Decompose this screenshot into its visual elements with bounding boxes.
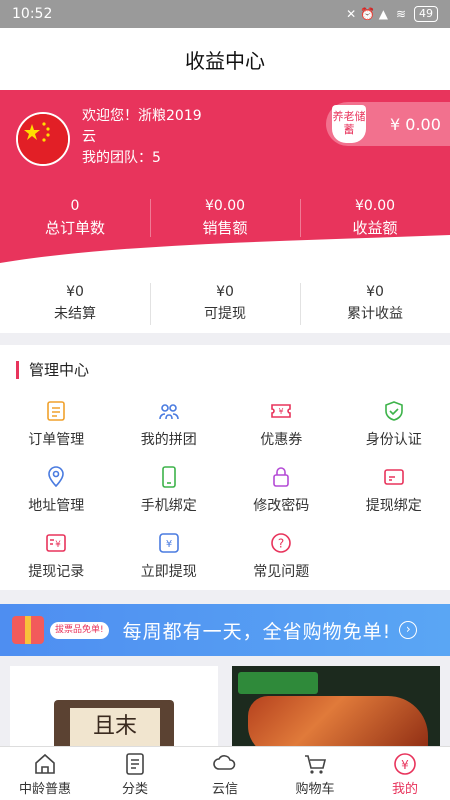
wifi-icon: ≋ (395, 7, 406, 21)
svg-text:¥: ¥ (55, 540, 61, 550)
status-icons: ✕ ⏰ ▲ ≋ 49 (346, 6, 438, 22)
tab-cart[interactable]: 购物车 (270, 747, 360, 800)
chevron-right-icon: › (399, 621, 418, 639)
substat-unsettled[interactable]: ¥0 未结算 (0, 275, 150, 333)
card-icon (383, 469, 404, 485)
tab-home[interactable]: 中龄普惠 (0, 747, 90, 800)
pension-savings-pill[interactable]: 养老储蓄 ¥ 0.00 (326, 102, 450, 146)
china-flag-icon (18, 114, 68, 164)
group-icon (158, 404, 179, 420)
order-list-icon (47, 401, 66, 421)
user-info: 欢迎您！浙粮2019 云 我的团队：5 (82, 106, 202, 169)
avatar[interactable] (16, 112, 70, 166)
status-bar: 10:52 ✕ ⏰ ▲ ≋ 49 (0, 0, 450, 28)
hero-wave (0, 235, 450, 275)
svg-text:¥: ¥ (401, 758, 409, 772)
location-icon (48, 466, 65, 488)
status-time: 10:52 (12, 6, 53, 22)
category-icon (126, 753, 144, 775)
tab-mine[interactable]: ¥ 我的 (360, 747, 450, 800)
svg-text:¥: ¥ (279, 407, 284, 416)
menu-identity-verification[interactable]: 身份认证 (338, 397, 450, 451)
product-package-label: 且末 (70, 708, 160, 746)
tab-category[interactable]: 分类 (90, 747, 180, 800)
menu-withdraw-records[interactable]: ¥ 提现记录 (0, 529, 113, 583)
withdraw-icon: ¥ (158, 533, 179, 553)
menu-order-management[interactable]: 订单管理 (0, 397, 113, 451)
pension-savings-amount: ¥ 0.00 (390, 114, 441, 134)
product-list: 且末 (0, 656, 450, 746)
question-icon: ? (271, 533, 292, 553)
battery-icon: 49 (414, 6, 438, 22)
menu-coupons[interactable]: ¥ 优惠券 (225, 397, 338, 451)
yen-circle-icon: ¥ (394, 753, 416, 775)
svg-text:?: ? (278, 537, 284, 551)
product-card[interactable] (232, 666, 440, 746)
menu-change-password[interactable]: 修改密码 (225, 463, 338, 517)
menu-withdraw-now[interactable]: ¥ 立即提现 (113, 529, 226, 583)
gift-box-icon (12, 616, 44, 644)
promo-bubble: 拔票品免单! (50, 621, 109, 639)
promo-text: 每周都有一天，全省购物免单! (122, 620, 392, 643)
bottom-tab-bar: 中龄普惠 分类 云信 购物车 ¥ 我的 (0, 746, 450, 800)
menu-address-management[interactable]: 地址管理 (0, 463, 113, 517)
user-subtitle: 云 (82, 129, 96, 145)
record-icon: ¥ (46, 534, 67, 552)
product-card[interactable]: 且末 (10, 666, 218, 746)
substat-withdrawable[interactable]: ¥0 可提现 (150, 275, 300, 333)
cloud-chat-icon (213, 755, 236, 770)
substats-row: ¥0 未结算 ¥0 可提现 ¥0 累计收益 (0, 275, 450, 333)
user-team[interactable]: 我的团队：5 (82, 148, 202, 169)
signal-icon: ✕ ⏰ ▲ (346, 7, 388, 21)
menu-withdraw-binding[interactable]: 提现绑定 (338, 463, 450, 517)
cart-icon (305, 755, 327, 774)
phone-icon (161, 466, 176, 488)
coupon-icon: ¥ (271, 404, 292, 418)
id-verify-icon (384, 401, 403, 421)
brand-logo (238, 672, 318, 694)
lock-icon (273, 467, 290, 487)
earnings-hero: 欢迎您！浙粮2019 云 我的团队：5 养老储蓄 ¥ 0.00 0 总订单数 ¥… (0, 90, 450, 275)
tab-cloud-message[interactable]: 云信 (180, 747, 270, 800)
page-title-bar: 收益中心 (0, 28, 450, 90)
management-grid: 订单管理 我的拼团 ¥ 优惠券 身份认证 地址管理 手机绑定 修改密码 提现绑定 (0, 397, 450, 583)
user-greeting: 欢迎您！浙粮2019 (82, 108, 202, 124)
svg-text:¥: ¥ (166, 539, 172, 550)
menu-my-group-buy[interactable]: 我的拼团 (113, 397, 226, 451)
product-image (248, 696, 428, 746)
menu-faq[interactable]: ? 常见问题 (225, 529, 338, 583)
management-title: 管理中心 (16, 361, 89, 379)
menu-phone-binding[interactable]: 手机绑定 (113, 463, 226, 517)
page-title: 收益中心 (185, 48, 265, 73)
substat-cumulative[interactable]: ¥0 累计收益 (300, 275, 450, 333)
management-center: 管理中心 订单管理 我的拼团 ¥ 优惠券 身份认证 地址管理 手机绑定 修改密码 (0, 345, 450, 590)
home-icon (35, 753, 55, 774)
pension-savings-badge: 养老储蓄 (332, 105, 366, 143)
promo-banner[interactable]: 拔票品免单! 每周都有一天，全省购物免单! › (0, 604, 450, 656)
